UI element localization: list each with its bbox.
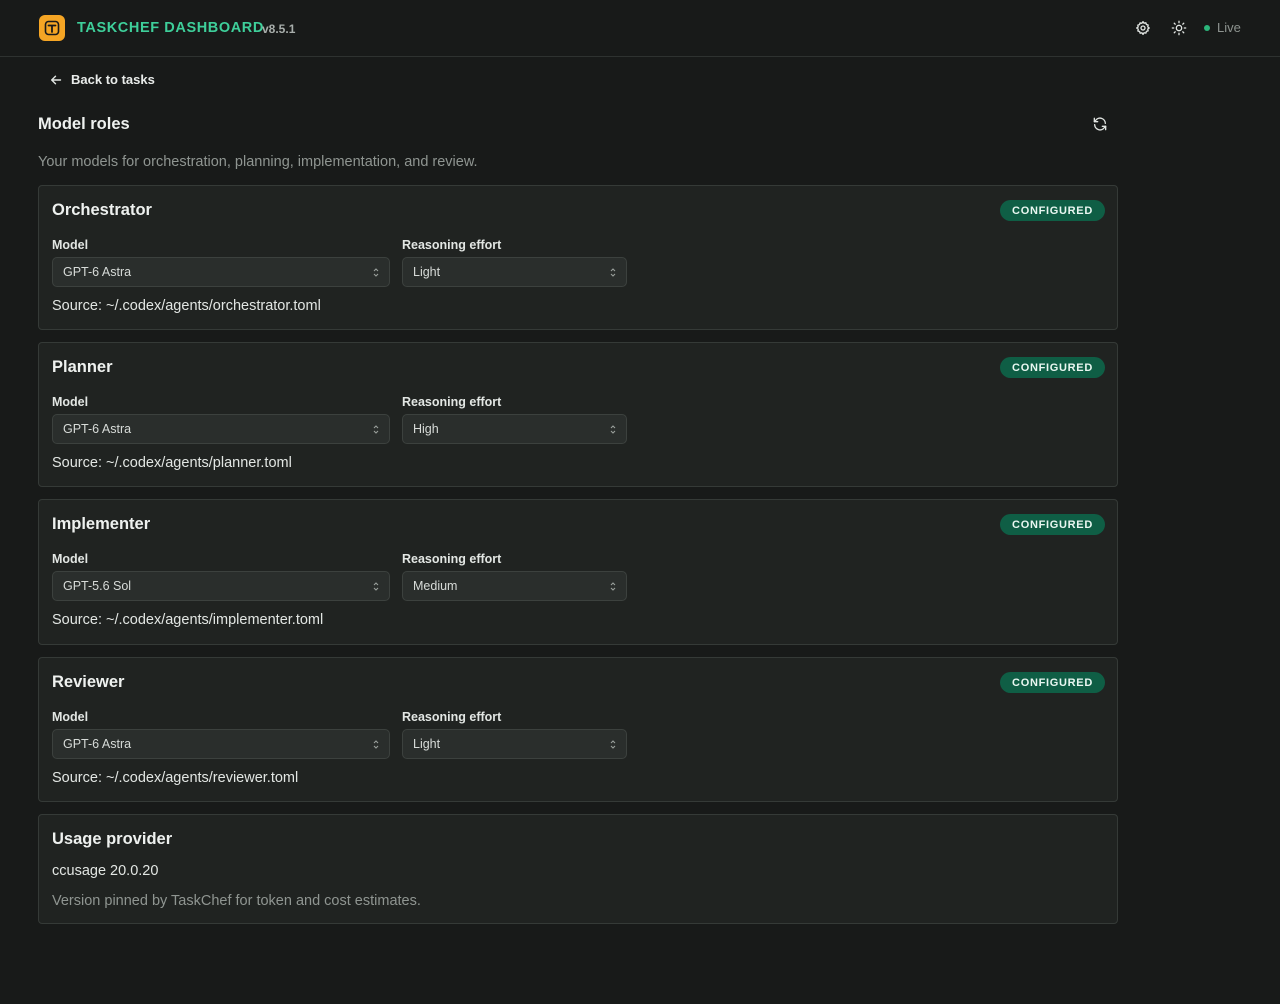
role-card-reviewer: Reviewer CONFIGURED Model Reasoning effo… <box>38 657 1118 802</box>
arrow-left-icon <box>51 75 62 84</box>
status-badge: CONFIGURED <box>1000 672 1105 693</box>
role-title: Reviewer <box>52 673 125 691</box>
model-select[interactable]: GPT-6 Astra <box>52 414 390 444</box>
usage-provider-version: ccusage 20.0.20 <box>52 863 159 879</box>
reasoning-effort-value: Light <box>413 737 441 751</box>
model-select-value: GPT-6 Astra <box>63 422 132 436</box>
reasoning-effort-value: Medium <box>413 579 458 593</box>
chevron-updown-icon <box>373 582 379 591</box>
live-status-dot <box>1204 24 1210 31</box>
page-title: Model roles <box>38 115 130 133</box>
role-card-planner: Planner CONFIGURED Model Reasoning effor… <box>38 342 1118 487</box>
reasoning-label: Reasoning effort <box>402 238 502 252</box>
role-card-orchestrator: Orchestrator CONFIGURED Model Reasoning … <box>38 185 1118 330</box>
reasoning-effort-value: High <box>413 422 439 436</box>
usage-provider-note: Version pinned by TaskChef for token and… <box>52 893 421 909</box>
back-to-tasks-link[interactable]: Back to tasks <box>50 72 155 87</box>
chevron-updown-icon <box>373 425 379 434</box>
top-bar: TASKCHEF DASHBOARD v8.5.1 Live <box>0 0 1280 57</box>
refresh-icon[interactable] <box>1090 114 1110 134</box>
back-to-tasks-label: Back to tasks <box>71 72 155 87</box>
model-select[interactable]: GPT-6 Astra <box>52 729 390 759</box>
reasoning-label: Reasoning effort <box>402 395 502 409</box>
model-select[interactable]: GPT-6 Astra <box>52 257 390 287</box>
model-label: Model <box>52 552 89 566</box>
model-label: Model <box>52 395 89 409</box>
model-select-value: GPT-6 Astra <box>63 265 132 279</box>
settings-gear-icon[interactable] <box>1133 18 1153 38</box>
reasoning-effort-select[interactable]: Medium <box>402 571 627 601</box>
reasoning-effort-select[interactable]: Light <box>402 729 627 759</box>
chevron-updown-icon <box>373 268 379 277</box>
model-label: Model <box>52 238 89 252</box>
source-path: Source: ~/.codex/agents/planner.toml <box>52 455 292 471</box>
chevron-updown-icon <box>610 740 616 749</box>
chevron-updown-icon <box>373 740 379 749</box>
reasoning-label: Reasoning effort <box>402 710 502 724</box>
role-title: Implementer <box>52 515 151 533</box>
reasoning-effort-select[interactable]: Light <box>402 257 627 287</box>
app-version: v8.5.1 <box>262 22 296 36</box>
page-subtitle: Your models for orchestration, planning,… <box>38 154 478 170</box>
source-path: Source: ~/.codex/agents/orchestrator.tom… <box>52 298 321 314</box>
status-badge: CONFIGURED <box>1000 357 1105 378</box>
status-badge: CONFIGURED <box>1000 514 1105 535</box>
model-select[interactable]: GPT-5.6 Sol <box>52 571 390 601</box>
theme-sun-icon[interactable] <box>1169 18 1189 38</box>
model-select-value: GPT-6 Astra <box>63 737 132 751</box>
taskchef-logo[interactable] <box>39 15 65 41</box>
usage-provider-card: Usage provider ccusage 20.0.20 Version p… <box>38 814 1118 924</box>
role-card-implementer: Implementer CONFIGURED Model Reasoning e… <box>38 499 1118 645</box>
model-label: Model <box>52 710 89 724</box>
model-select-value: GPT-5.6 Sol <box>63 579 132 593</box>
reasoning-effort-value: Light <box>413 265 441 279</box>
reasoning-effort-select[interactable]: High <box>402 414 627 444</box>
usage-provider-title: Usage provider <box>52 830 173 848</box>
role-title: Orchestrator <box>52 201 152 219</box>
role-title: Planner <box>52 358 113 376</box>
reasoning-label: Reasoning effort <box>402 552 502 566</box>
source-path: Source: ~/.codex/agents/reviewer.toml <box>52 770 299 786</box>
status-badge: CONFIGURED <box>1000 200 1105 221</box>
chevron-updown-icon <box>610 268 616 277</box>
source-path: Source: ~/.codex/agents/implementer.toml <box>52 612 324 628</box>
live-status: Live <box>1204 20 1241 35</box>
chef-hat-icon <box>44 20 60 36</box>
live-status-label: Live <box>1217 20 1241 35</box>
app-title: TASKCHEF DASHBOARD <box>77 20 264 36</box>
chevron-updown-icon <box>610 582 616 591</box>
chevron-updown-icon <box>610 425 616 434</box>
